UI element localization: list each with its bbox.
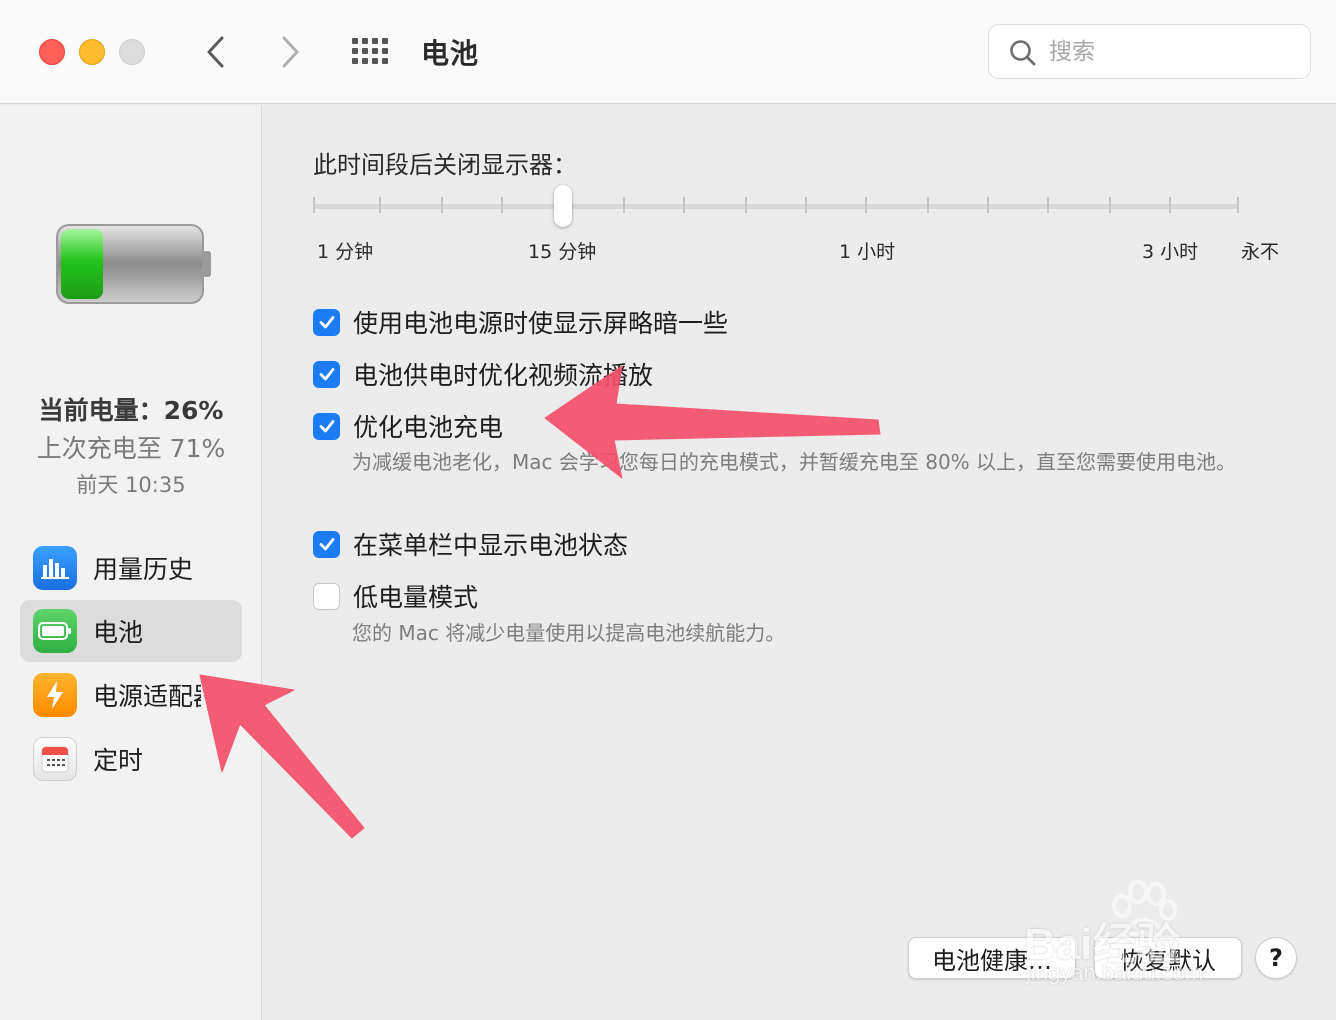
slider-tick: [441, 197, 443, 213]
sidebar-item-label: 电源适配器: [93, 682, 201, 711]
optimize-charging-description: 为减缓电池老化，Mac 会学习您每日的充电模式，并暂缓充电至 80% 以上，直至…: [352, 450, 1237, 474]
back-button[interactable]: [196, 30, 236, 74]
sidebar-item-battery[interactable]: 电池: [20, 600, 242, 662]
show-all-grid-icon[interactable]: [352, 38, 392, 66]
slider-tick: [379, 197, 381, 213]
minimize-button[interactable]: [79, 39, 105, 65]
forward-button[interactable]: [270, 30, 310, 74]
slider-tick: [805, 197, 807, 213]
checkbox-checked[interactable]: [313, 360, 340, 388]
slider-tick: [313, 197, 315, 213]
sidebar-item-power-adapter[interactable]: 电源适配器: [20, 664, 242, 726]
window-title: 电池: [421, 37, 480, 70]
tick-label-3hours: 3 小时: [1142, 241, 1199, 263]
option-label: 低电量模式: [353, 583, 479, 612]
watermark: Bai经验 jingyan.baidu.com: [1022, 872, 1272, 992]
slider-tick: [927, 197, 929, 213]
zoom-button[interactable]: [119, 39, 145, 65]
slider-tick: [1169, 197, 1171, 213]
calendar-icon: [33, 737, 77, 781]
sidebar-item-label: 用量历史: [93, 555, 194, 584]
sidebar: 当前电量：26% 上次充电至 71% 前天 10:35 用量历史 电池 电源适配…: [0, 105, 262, 1020]
option-label: 在菜单栏中显示电池状态: [353, 531, 629, 560]
slider-tick: [1109, 197, 1111, 213]
checkbox-checked[interactable]: [313, 530, 340, 558]
checkbox-unchecked[interactable]: [313, 582, 340, 610]
slider-tick: [1237, 197, 1239, 213]
last-charged-time: 前天 10:35: [76, 473, 186, 497]
sidebar-item-schedule[interactable]: 定时: [20, 728, 242, 790]
battery-icon: [33, 609, 77, 653]
display-sleep-title: 此时间段后关闭显示器：: [313, 151, 577, 179]
dim-display-option[interactable]: 使用电池电源时使显示屏略暗一些: [313, 304, 728, 340]
checkmark-icon: [319, 420, 334, 433]
checkbox-checked[interactable]: [313, 308, 340, 336]
tick-label-never: 永不: [1241, 241, 1280, 263]
slider-tick: [745, 197, 747, 213]
sidebar-item-label: 定时: [93, 746, 144, 775]
option-label: 优化电池充电: [353, 413, 504, 442]
title-bar: 电池: [0, 0, 1336, 104]
optimize-charging-option[interactable]: 优化电池充电: [313, 408, 503, 444]
chevron-right-icon: [282, 36, 299, 68]
option-label: 电池供电时优化视频流播放: [353, 361, 654, 390]
checkmark-icon: [319, 368, 334, 381]
bar-chart-icon: [33, 546, 77, 590]
slider-tick: [865, 197, 867, 213]
search-field[interactable]: [988, 24, 1311, 79]
option-label: 使用电池电源时使显示屏略暗一些: [353, 309, 729, 338]
low-power-mode-description: 您的 Mac 将减少电量使用以提高电池续航能力。: [352, 621, 786, 645]
optimize-video-option[interactable]: 电池供电时优化视频流播放: [313, 356, 653, 392]
menu-bar-status-option[interactable]: 在菜单栏中显示电池状态: [313, 526, 628, 562]
chevron-left-icon: [207, 36, 224, 68]
slider-tick: [683, 197, 685, 213]
sidebar-item-usage-history[interactable]: 用量历史: [20, 537, 242, 599]
search-input[interactable]: [1049, 35, 1289, 69]
checkbox-checked[interactable]: [313, 412, 340, 440]
slider-tick: [501, 197, 503, 213]
battery-level-icon: [56, 224, 211, 304]
checkmark-icon: [319, 316, 334, 329]
low-power-mode-option[interactable]: 低电量模式: [313, 578, 478, 614]
sidebar-item-label: 电池: [93, 618, 144, 647]
close-button[interactable]: [39, 39, 65, 65]
watermark-url: jingyan.baidu.com: [1026, 960, 1204, 985]
current-charge: 当前电量：26%: [38, 396, 224, 425]
tick-label-1hour: 1 小时: [839, 241, 896, 263]
display-sleep-slider[interactable]: [313, 204, 1239, 209]
slider-tick: [987, 197, 989, 213]
tick-label-15min: 15 分钟: [528, 241, 597, 263]
checkmark-icon: [319, 538, 334, 551]
tick-label-1min: 1 分钟: [317, 241, 374, 263]
last-charged: 上次充电至 71%: [36, 434, 226, 463]
slider-tick: [623, 197, 625, 213]
search-icon: [1010, 40, 1036, 66]
lightning-icon: [33, 673, 77, 717]
slider-tick: [1047, 197, 1049, 213]
slider-knob[interactable]: [554, 185, 572, 227]
